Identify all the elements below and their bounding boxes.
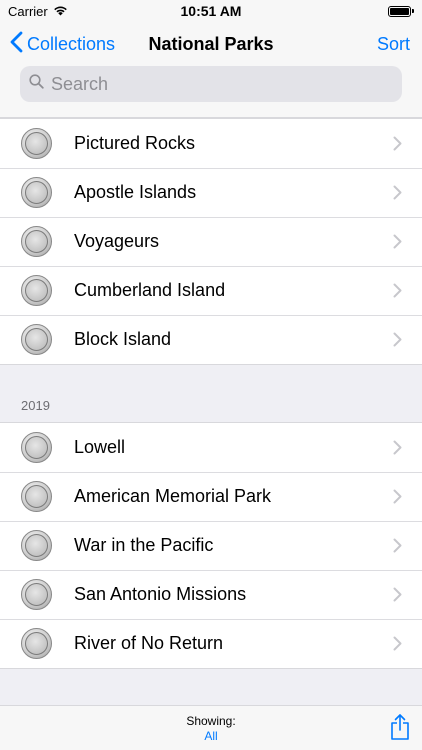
coin-thumbnail <box>21 579 52 610</box>
list-item[interactable]: Apostle Islands <box>0 168 422 217</box>
list-item[interactable]: San Antonio Missions <box>0 570 422 619</box>
nav-row: Collections National Parks Sort <box>0 22 422 66</box>
search-wrap <box>0 66 422 102</box>
list-item-label: Block Island <box>74 329 172 349</box>
list-item[interactable]: Cumberland Island <box>0 266 422 315</box>
coin-thumbnail <box>21 226 52 257</box>
wifi-icon <box>53 4 68 19</box>
section-header-year: 2019 <box>21 398 50 413</box>
back-button-label: Collections <box>27 33 116 54</box>
showing-value[interactable]: All <box>0 729 422 744</box>
coin-thumbnail <box>21 432 52 463</box>
list-item[interactable]: Voyageurs <box>0 217 422 266</box>
chevron-right-icon <box>393 283 402 298</box>
coin-thumbnail <box>21 530 52 561</box>
sort-button[interactable]: Sort <box>377 22 410 66</box>
carrier-label: Carrier <box>8 3 48 19</box>
coin-thumbnail <box>21 628 52 659</box>
chevron-right-icon <box>393 587 402 602</box>
section-group-1: Pictured Rocks Apostle Islands Voyageurs… <box>0 118 422 365</box>
list-item[interactable]: Block Island <box>0 315 422 364</box>
list-item-label: American Memorial Park <box>74 486 272 506</box>
list-item-label: Lowell <box>74 437 126 457</box>
coin-thumbnail <box>21 481 52 512</box>
chevron-right-icon <box>393 538 402 553</box>
list-item[interactable]: Pictured Rocks <box>0 119 422 168</box>
list-item[interactable]: American Memorial Park <box>0 472 422 521</box>
coin-thumbnail <box>21 324 52 355</box>
navigation-bar: Collections National Parks Sort <box>0 22 422 118</box>
list-item[interactable]: Lowell <box>0 423 422 472</box>
list-item-label: Voyageurs <box>74 231 160 251</box>
search-input[interactable] <box>51 73 393 95</box>
status-bar: Carrier 10:51 AM <box>0 0 422 22</box>
chevron-right-icon <box>393 185 402 200</box>
list-item-label: River of No Return <box>74 633 224 653</box>
app-screen: Carrier 10:51 AM Collections National Pa… <box>0 0 422 750</box>
chevron-left-icon <box>10 31 23 58</box>
coin-thumbnail <box>21 128 52 159</box>
coin-thumbnail <box>21 177 52 208</box>
coin-thumbnail <box>21 275 52 306</box>
chevron-right-icon <box>393 332 402 347</box>
showing-filter[interactable]: Showing: All <box>0 714 422 744</box>
chevron-right-icon <box>393 489 402 504</box>
section-group-2: Lowell American Memorial Park War in the… <box>0 422 422 669</box>
chevron-right-icon <box>393 440 402 455</box>
status-left: Carrier <box>8 4 68 19</box>
showing-label: Showing: <box>186 714 236 728</box>
chevron-right-icon <box>393 136 402 151</box>
list-footer-spacer <box>0 669 422 705</box>
bottom-toolbar: Showing: All <box>0 705 422 750</box>
list-item-label: War in the Pacific <box>74 535 214 555</box>
search-icon <box>29 74 44 94</box>
chevron-right-icon <box>393 636 402 651</box>
park-list[interactable]: Pictured Rocks Apostle Islands Voyageurs… <box>0 118 422 705</box>
list-item-label: Pictured Rocks <box>74 133 196 153</box>
list-item-label: Cumberland Island <box>74 280 226 300</box>
search-bar[interactable] <box>20 66 402 102</box>
list-item-label: San Antonio Missions <box>74 584 247 604</box>
chevron-right-icon <box>393 234 402 249</box>
battery-icon <box>388 5 414 17</box>
list-item[interactable]: River of No Return <box>0 619 422 668</box>
list-item[interactable]: War in the Pacific <box>0 521 422 570</box>
list-item-label: Apostle Islands <box>74 182 197 202</box>
share-icon[interactable] <box>390 713 410 746</box>
back-button[interactable]: Collections <box>10 22 115 66</box>
